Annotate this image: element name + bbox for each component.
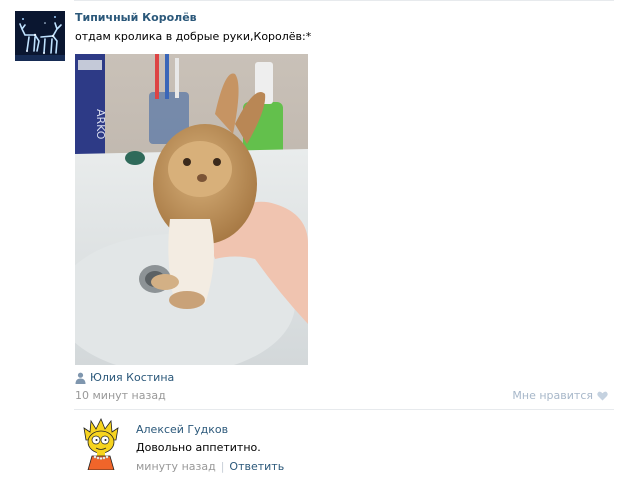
signer-name[interactable]: Юлия Костина xyxy=(90,371,174,384)
post-author-avatar[interactable] xyxy=(15,11,65,61)
heart-icon xyxy=(597,391,608,400)
reply-separator: | xyxy=(220,460,225,473)
like-label: Мне нравится xyxy=(512,389,593,402)
person-icon xyxy=(75,372,86,384)
reply-button[interactable]: Ответить xyxy=(229,460,284,473)
reply-author-name[interactable]: Алексей Гудков xyxy=(136,423,228,436)
reply-text: Довольно аппетитно. xyxy=(136,441,261,454)
post-signer: Юлия Костина xyxy=(75,371,174,384)
reply-timestamp[interactable]: минуту назад xyxy=(136,460,216,473)
post-timestamp[interactable]: 10 минут назад xyxy=(75,389,166,402)
post-text: отдам кролика в добрые руки,Королёв:* xyxy=(75,30,312,43)
svg-text:ARKO: ARKO xyxy=(94,109,107,140)
post-photo[interactable]: ARKO xyxy=(75,54,308,365)
reply-meta: минуту назад | Ответить xyxy=(136,460,284,473)
replies-divider xyxy=(74,409,614,410)
reply-author-avatar[interactable] xyxy=(82,418,120,470)
post-author-name[interactable]: Типичный Королёв xyxy=(75,11,197,24)
like-button[interactable]: Мне нравится xyxy=(512,389,608,402)
top-divider xyxy=(74,0,614,1)
